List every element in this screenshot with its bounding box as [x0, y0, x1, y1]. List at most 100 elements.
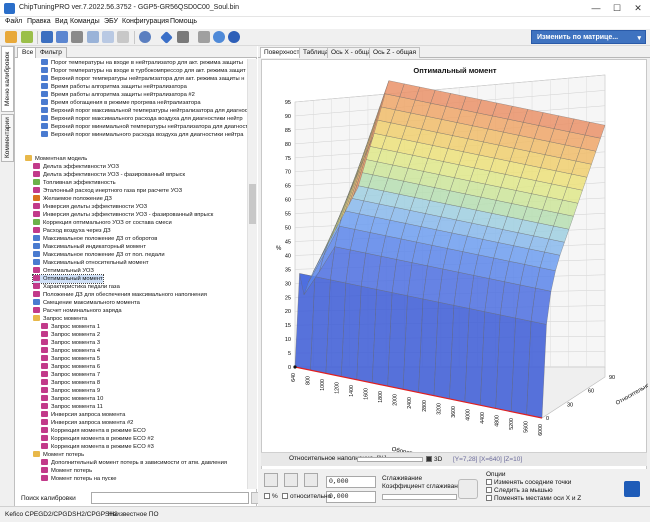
- tree-item[interactable]: Запрос момента 10: [41, 395, 103, 403]
- menu-ecu[interactable]: ЭБУ: [104, 18, 118, 25]
- tree-item[interactable]: Инверсия дельты эффективности УОЗ: [33, 203, 147, 211]
- equals-button[interactable]: [264, 473, 278, 487]
- surface-graph[interactable]: Оптимальный момент 0 5 10 15 20 25 30 35 40 45 50 5…: [261, 59, 648, 492]
- tree-item[interactable]: Дельта эффективности УОЗ - фазированный …: [33, 171, 185, 179]
- paste-icon[interactable]: [102, 31, 114, 43]
- selected-point[interactable]: [293, 365, 297, 369]
- tree-item[interactable]: Максимальное положение ДЗ от пол. педали: [33, 251, 165, 259]
- tree-item[interactable]: Оптимальный момент: [32, 274, 104, 284]
- tree-item[interactable]: Максимальный относительный момент: [33, 259, 149, 267]
- navigation-icon[interactable]: [139, 31, 151, 43]
- tree-item[interactable]: Запрос момента 1: [41, 323, 100, 331]
- tree-item[interactable]: Эталонный расход инертного газа при расч…: [33, 187, 182, 195]
- tree-item[interactable]: Коррекция момента в режиме ECO: [41, 427, 146, 435]
- tree-item[interactable]: Оптимальный УОЗ: [33, 267, 94, 275]
- change-by-matrix-button[interactable]: Изменить по матрице... ▾: [531, 30, 646, 44]
- smoothing-slider[interactable]: [382, 494, 457, 500]
- tree-item[interactable]: Расчет номинального заряда: [33, 307, 122, 315]
- search-input[interactable]: [91, 492, 249, 504]
- maximize-button[interactable]: ☐: [606, 0, 628, 17]
- tree-item[interactable]: Запрос момента 2: [41, 331, 100, 339]
- save-as-icon[interactable]: [56, 31, 68, 43]
- globe-icon[interactable]: [213, 31, 225, 43]
- tree-item[interactable]: Максимальное положение ДЗ от оборотов: [33, 235, 157, 243]
- menu-view[interactable]: Вид: [55, 18, 68, 25]
- tree-item[interactable]: Инверсия дельты эффективности УОЗ - фази…: [33, 211, 213, 219]
- tree-item[interactable]: Время работы алгоритма защиты нейтрализа…: [41, 91, 195, 99]
- tree-folder[interactable]: Запрос момента: [33, 315, 87, 323]
- tab-comments[interactable]: Комментарии: [1, 114, 14, 162]
- tree-item[interactable]: Время обогащения в режиме прогрева нейтр…: [41, 99, 201, 107]
- tree-item[interactable]: Максимальный индикаторный момент: [33, 243, 146, 251]
- save-icon[interactable]: [41, 31, 53, 43]
- menu-edit[interactable]: Правка: [27, 18, 51, 25]
- tree-item[interactable]: Момент потерь: [41, 467, 92, 475]
- tree-item[interactable]: Топливная эффективность: [33, 179, 116, 187]
- tree-item[interactable]: Время работы алгоритма защиты нейтрализа…: [41, 83, 187, 91]
- tree-scrollbar[interactable]: [247, 59, 257, 489]
- opt-neighbors[interactable]: Изменять соседние точки: [486, 479, 571, 486]
- tree-item[interactable]: Коррекция момента в режиме ECO #2: [41, 435, 154, 443]
- tree-item[interactable]: Дополнительный момент потерь в зависимос…: [41, 459, 227, 467]
- tab-filter[interactable]: Фильтр: [35, 47, 67, 58]
- menu-commands[interactable]: Команды: [70, 18, 100, 25]
- tree-item[interactable]: Запрос момента 7: [41, 371, 100, 379]
- tree-folder[interactable]: Момент потерь: [33, 451, 84, 459]
- tree-item[interactable]: Запрос момента 5: [41, 355, 100, 363]
- tree-item[interactable]: Характеристика педали газа: [33, 283, 120, 291]
- opt-follow-mouse[interactable]: Следить за мышью: [486, 487, 553, 494]
- grid-icon[interactable]: [624, 481, 640, 497]
- menu-file[interactable]: Файл: [5, 18, 22, 25]
- tree-item[interactable]: Коррекция момента в режиме ECO #3: [41, 443, 154, 451]
- value-input-1[interactable]: 0,000: [326, 476, 376, 488]
- tree-item[interactable]: Верхний порог минимальной температуры не…: [41, 123, 247, 131]
- tree-item[interactable]: Верхний порог максимального расхода возд…: [41, 115, 243, 123]
- tree-item[interactable]: Коррекция оптимального УОЗ от состава см…: [33, 219, 172, 227]
- tree-item[interactable]: Смещение максимального момента: [33, 299, 140, 307]
- tree-item[interactable]: Запрос момента 9: [41, 387, 100, 395]
- tree-item[interactable]: Запрос момента 8: [41, 379, 100, 387]
- diamond-icon[interactable]: [160, 31, 173, 44]
- tree-item[interactable]: Верхний порог температуры нейтрализатора…: [41, 75, 244, 83]
- tree-item[interactable]: Положение ДЗ для обеспечения максимально…: [33, 291, 207, 299]
- tree-item[interactable]: Порог температуры на входе в турбокомпре…: [41, 67, 246, 75]
- relative-checkbox[interactable]: относительно: [282, 493, 331, 500]
- tree-item[interactable]: Желаемое положение ДЗ: [33, 195, 112, 203]
- surface-chart[interactable]: 0 5 10 15 20 25 30 35 40 45 50 55 60 65 70 75 80 85 90 95 64…: [262, 60, 648, 492]
- tree-item[interactable]: Верхний порог максимальной температуры н…: [41, 107, 247, 115]
- tree-item[interactable]: Верхний порог минимального расхода возду…: [41, 131, 243, 139]
- plus-button[interactable]: [284, 473, 298, 487]
- smooth-apply-button[interactable]: [458, 479, 478, 499]
- tree-item[interactable]: Инверсия запроса момента #2: [41, 419, 133, 427]
- tree-item[interactable]: Момент потерь на пуске: [41, 475, 116, 483]
- minimize-button[interactable]: —: [585, 0, 607, 17]
- tree-item[interactable]: Порог температуры на входе в нейтрализат…: [41, 59, 243, 67]
- scrollbar-thumb[interactable]: [249, 184, 256, 224]
- help-icon[interactable]: [228, 31, 240, 43]
- arrow-icon[interactable]: [21, 31, 33, 43]
- opt-swap-axes[interactable]: Поменять местами оси X и Z: [486, 495, 581, 502]
- multiply-button[interactable]: [304, 473, 318, 487]
- menu-help[interactable]: Помощь: [170, 18, 197, 25]
- tab-axis-z[interactable]: Ось Z - общая: [369, 47, 421, 58]
- tree-item[interactable]: Запрос момента 6: [41, 363, 100, 371]
- chip-icon[interactable]: [177, 31, 189, 43]
- tree-item[interactable]: Запрос момента 4: [41, 347, 100, 355]
- menu-config[interactable]: Конфигурация: [122, 18, 169, 25]
- print-icon[interactable]: [71, 31, 83, 43]
- tab-calibration-menu[interactable]: Меню калибровок: [1, 46, 14, 112]
- copy-icon[interactable]: [87, 31, 99, 43]
- pct-checkbox[interactable]: %: [264, 493, 278, 500]
- tree-item[interactable]: Запрос момента 11: [41, 403, 103, 411]
- tree-item[interactable]: Инверсия запроса момента: [41, 411, 125, 419]
- tree-item[interactable]: Расход воздуха через ДЗ: [33, 227, 111, 235]
- close-button[interactable]: ✕: [627, 0, 649, 17]
- tree-folder[interactable]: Моментная модель: [25, 155, 87, 163]
- checkbox-3d[interactable]: 3D: [426, 456, 442, 463]
- tree-item[interactable]: Дельта эффективности УОЗ: [33, 163, 119, 171]
- open-folder-icon[interactable]: [5, 31, 17, 43]
- fill-slider[interactable]: [357, 457, 423, 462]
- value-input-2[interactable]: 0,000: [326, 491, 376, 503]
- tree-item[interactable]: Запрос момента 3: [41, 339, 100, 347]
- tools-icon[interactable]: [198, 31, 210, 43]
